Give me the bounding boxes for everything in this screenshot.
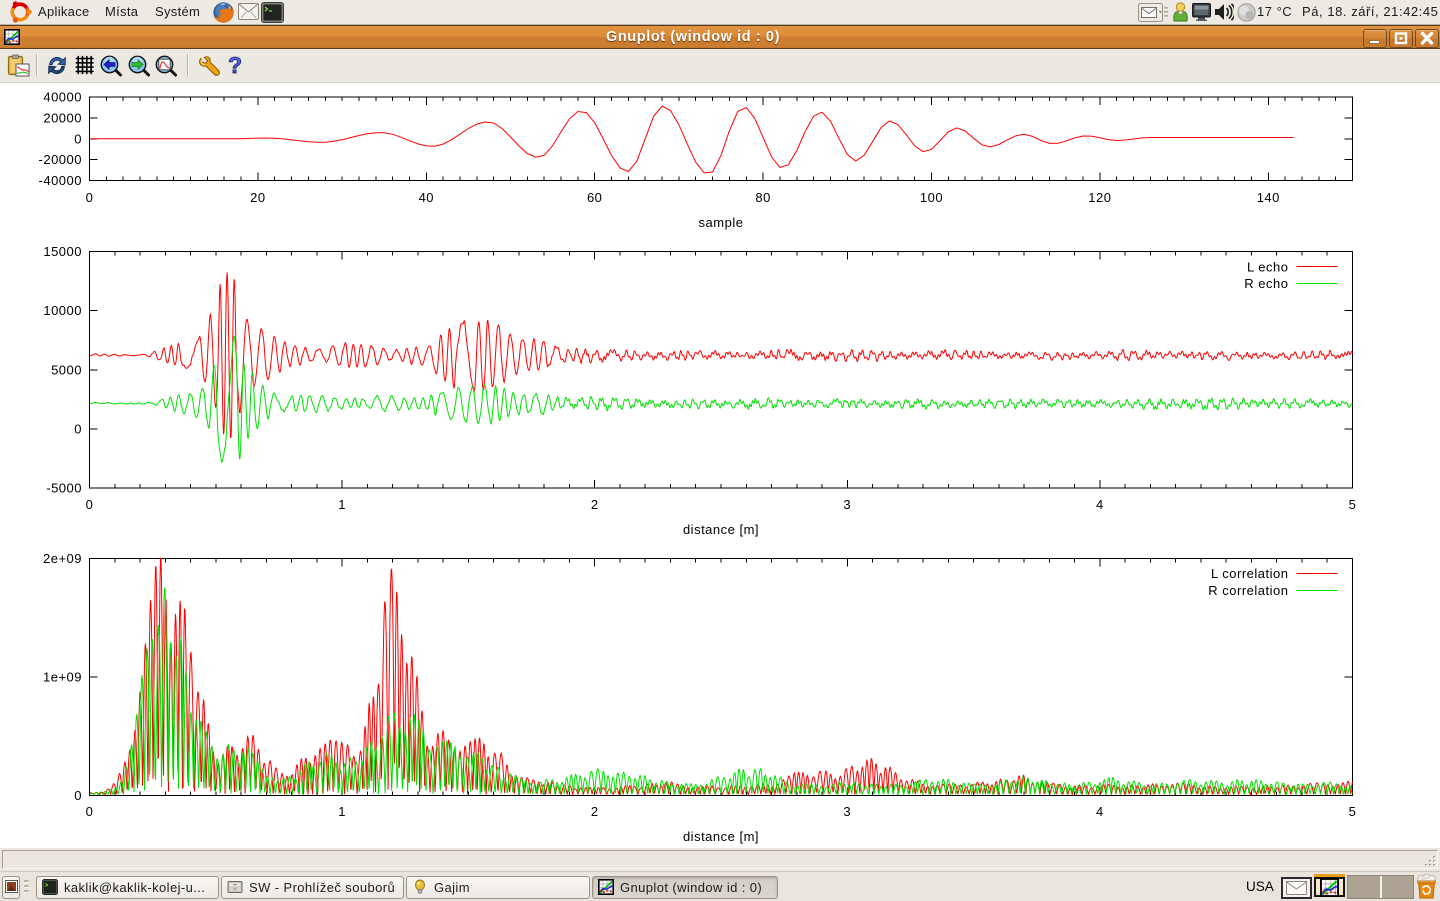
svg-text:4: 4 [1096, 497, 1104, 512]
svg-text:distance [m]: distance [m] [683, 522, 759, 537]
svg-text:2: 2 [591, 804, 599, 819]
svg-text:4: 4 [1096, 804, 1104, 819]
svg-text:?: ? [228, 54, 242, 78]
svg-text:L correlation: L correlation [1211, 566, 1289, 581]
svg-text:sample: sample [699, 215, 744, 230]
svg-text:0: 0 [86, 497, 94, 512]
svg-text:1e+09: 1e+09 [43, 670, 82, 685]
svg-text:R correlation: R correlation [1208, 583, 1288, 598]
svg-text:5: 5 [1349, 804, 1357, 819]
svg-text:15000: 15000 [43, 244, 82, 259]
svg-text:L echo: L echo [1247, 259, 1289, 274]
svg-text:R echo: R echo [1244, 276, 1288, 291]
svg-text:1: 1 [338, 804, 346, 819]
svg-text:2: 2 [591, 497, 599, 512]
svg-text:120: 120 [1088, 190, 1111, 205]
svg-text:140: 140 [1257, 190, 1280, 205]
svg-text:-5000: -5000 [46, 481, 82, 496]
svg-text:40000: 40000 [43, 90, 82, 105]
svg-text:20: 20 [250, 190, 265, 205]
svg-text:2e+09: 2e+09 [43, 551, 82, 566]
svg-text:0: 0 [74, 422, 82, 437]
svg-text:3: 3 [843, 497, 851, 512]
svg-text:100: 100 [920, 190, 943, 205]
svg-text:0: 0 [74, 131, 82, 146]
svg-text:-20000: -20000 [39, 152, 82, 167]
svg-text:3: 3 [843, 804, 851, 819]
svg-text:60: 60 [587, 190, 602, 205]
svg-text:0: 0 [74, 788, 82, 803]
svg-text:1: 1 [338, 497, 346, 512]
svg-text:80: 80 [755, 190, 770, 205]
svg-text:5000: 5000 [51, 362, 82, 377]
svg-text:0: 0 [86, 190, 94, 205]
svg-text:20000: 20000 [43, 110, 82, 125]
svg-text:0: 0 [86, 804, 94, 819]
svg-text:40: 40 [419, 190, 434, 205]
svg-text:distance [m]: distance [m] [683, 829, 759, 844]
svg-text:-40000: -40000 [39, 173, 82, 188]
svg-text:10000: 10000 [43, 303, 82, 318]
svg-text:5: 5 [1349, 497, 1357, 512]
